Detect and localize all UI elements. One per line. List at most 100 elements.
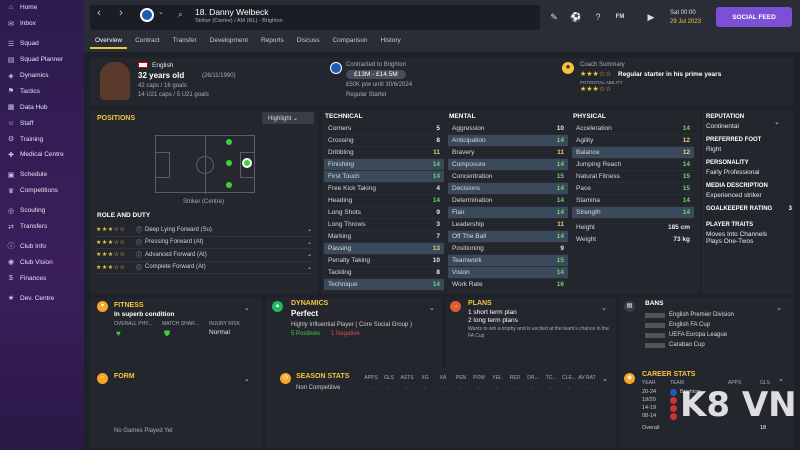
season-col-header[interactable]: CLE... xyxy=(560,375,578,381)
social-feed-button[interactable]: SOCIAL FEED xyxy=(716,7,792,27)
role-item[interactable]: ★★★☆☆ ⓘ Deep Lying Forward (Su) ⌄ xyxy=(96,224,312,237)
sidebar-item-squad-planner[interactable]: ▤ Squad Planner xyxy=(0,52,84,68)
sidebar-item-training[interactable]: ⚙ Training xyxy=(0,131,84,147)
attribute-row: Technique 14 xyxy=(324,279,444,291)
sidebar-item-inbox[interactable]: ✉ Inbox xyxy=(0,16,84,32)
fitness-dropdown-icon[interactable]: ⌄ xyxy=(244,304,250,312)
sidebar-item-scouting[interactable]: ◎ Scouting xyxy=(0,203,84,219)
sidebar-item-finances[interactable]: $ Finances xyxy=(0,270,84,286)
attribute-value: 14 xyxy=(682,125,690,132)
form-dropdown-icon[interactable]: ⌄ xyxy=(244,375,250,383)
tab-development[interactable]: Development xyxy=(205,35,253,49)
sidebar-item-label: Dynamics xyxy=(20,72,49,79)
role-item[interactable]: ★★★☆☆ ⓘ Complete Forward (At) ⌄ xyxy=(96,262,312,274)
season-col-header[interactable]: ASTS xyxy=(398,375,416,381)
ban-competition: English FA Cup xyxy=(669,322,711,328)
attribute-name: Long Shots xyxy=(328,209,361,216)
sidebar-item-schedule[interactable]: ▣ Schedule xyxy=(0,167,84,183)
competition-icon xyxy=(645,312,665,318)
chevron-down-icon[interactable]: ⌄ xyxy=(307,251,312,258)
sidebar-item-staff[interactable]: ☺ Staff xyxy=(0,115,84,131)
season-col-header[interactable]: DR... xyxy=(524,375,542,381)
attribute-row: Anticipation 14 xyxy=(448,135,568,147)
attribute-row: Agility 12 xyxy=(572,135,694,147)
attribute-name: Penalty Taking xyxy=(328,257,371,264)
sidebar-item-data-hub[interactable]: ▦ Data Hub xyxy=(0,99,84,115)
plans-dropdown-icon[interactable]: ⌄ xyxy=(601,304,607,312)
dynamics-title[interactable]: DYNAMICS xyxy=(291,300,328,307)
attribute-value: 14 xyxy=(556,197,564,204)
fitness-title[interactable]: FITNESS xyxy=(114,302,144,309)
career-dropdown-icon[interactable]: ⌄ xyxy=(778,375,784,383)
sidebar-item-competitions[interactable]: ♛ Competitions xyxy=(0,183,84,199)
bans-dropdown-icon[interactable]: ⌄ xyxy=(776,304,782,312)
season-stats-title[interactable]: SEASON STATS xyxy=(296,373,349,380)
attribute-name: Strength xyxy=(576,209,601,216)
season-col-header[interactable]: RED xyxy=(506,375,524,381)
sidebar-item-dev-centre[interactable]: ★ Dev. Centre xyxy=(0,290,84,306)
chevron-down-icon[interactable]: ⌄ xyxy=(307,264,312,271)
forward-arrow-icon[interactable]: › xyxy=(114,5,128,21)
player-photo xyxy=(100,62,130,100)
attribute-row: Determination 14 xyxy=(448,195,568,207)
sidebar-item-label: Club Vision xyxy=(20,258,53,266)
positions-title[interactable]: POSITIONS xyxy=(97,115,135,122)
season-col-header[interactable]: YEL xyxy=(488,375,506,381)
season-dropdown-icon[interactable]: ⌄ xyxy=(602,375,608,383)
sidebar-item-club-info[interactable]: ⓘ Club Info xyxy=(0,238,84,254)
tab-history[interactable]: History xyxy=(376,35,406,49)
sidebar-item-transfers[interactable]: ⇄ Transfers xyxy=(0,219,84,235)
season-col-header[interactable]: GLS xyxy=(380,375,398,381)
back-arrow-icon[interactable]: ‹ xyxy=(92,5,106,21)
player-traits-title[interactable]: PLAYER TRAITS xyxy=(706,222,792,228)
help-icon[interactable]: ? xyxy=(592,11,604,23)
ban-item: Carabao Cup xyxy=(645,340,734,350)
football-icon[interactable]: ⚽ xyxy=(570,11,582,23)
plans-title[interactable]: PLANS xyxy=(468,300,492,307)
season-col-header[interactable]: POM xyxy=(470,375,488,381)
edit-icon[interactable]: ✎ xyxy=(548,11,560,23)
side-dropdown-icon[interactable]: ⌄ xyxy=(774,118,780,126)
sidebar-item-label: Inbox xyxy=(20,20,36,28)
play-icon[interactable]: ▶ xyxy=(645,11,657,23)
gk-rating-value: 3 xyxy=(788,206,792,212)
chevron-down-icon[interactable]: ⌄ xyxy=(307,239,312,246)
fm-icon[interactable]: FM xyxy=(614,11,626,23)
attribute-row: Positioning 9 xyxy=(448,243,568,255)
sidebar-item-label: Transfers xyxy=(20,223,48,231)
tab-discuss[interactable]: Discuss xyxy=(292,35,325,49)
season-col-header[interactable]: AV RAT xyxy=(578,375,596,381)
sidebar-item-home[interactable]: ⌂ Home xyxy=(0,0,84,16)
club-dropdown-icon[interactable]: ⌄ xyxy=(158,8,164,16)
attribute-row: Free Kick Taking 4 xyxy=(324,183,444,195)
sidebar-item-club-vision[interactable]: ◉ Club Vision xyxy=(0,254,84,270)
season-col-header[interactable]: XG xyxy=(416,375,434,381)
tab-contract[interactable]: Contract xyxy=(130,35,165,49)
tab-transfer[interactable]: Transfer xyxy=(168,35,202,49)
role-list: ★★★☆☆ ⓘ Deep Lying Forward (Su) ⌄ ★★★☆☆ ⓘ Pres… xyxy=(96,224,312,274)
form-title[interactable]: FORM xyxy=(114,373,135,380)
season-col-header[interactable]: XA xyxy=(434,375,452,381)
role-item[interactable]: ★★★☆☆ ⓘ Pressing Forward (At) ⌄ xyxy=(96,237,312,249)
sidebar-item-medical-centre[interactable]: ✚ Medical Centre xyxy=(0,147,84,163)
sidebar-item-dynamics[interactable]: ◈ Dynamics xyxy=(0,68,84,84)
tab-reports[interactable]: Reports xyxy=(256,35,289,49)
search-icon[interactable]: ⌕ xyxy=(178,10,182,20)
season-col-header[interactable]: PEN xyxy=(452,375,470,381)
season-col-header[interactable]: TC... xyxy=(542,375,560,381)
role-item[interactable]: ★★★☆☆ ⓘ Advanced Forward (At) ⌄ xyxy=(96,249,312,262)
highlight-dropdown[interactable]: Highlight ⌄ xyxy=(262,112,314,124)
sidebar-item-squad[interactable]: ☰ Squad xyxy=(0,36,84,52)
career-stats-title[interactable]: CAREER STATS xyxy=(642,371,695,378)
dynamics-dropdown-icon[interactable]: ⌄ xyxy=(429,304,435,312)
tab-overview[interactable]: Overview xyxy=(90,35,128,49)
short-term-plan: 1 short term plan xyxy=(468,309,517,316)
tab-comparison[interactable]: Comparison xyxy=(327,35,372,49)
chevron-down-icon[interactable]: ⌄ xyxy=(307,226,312,233)
sidebar-item-tactics[interactable]: ⚑ Tactics xyxy=(0,83,84,99)
season-col-header[interactable]: APPS xyxy=(362,375,380,381)
tactics-icon: ⚑ xyxy=(7,88,15,96)
attribute-row: Teamwork 15 xyxy=(448,255,568,267)
attribute-row: Bravery 11 xyxy=(448,147,568,159)
training-icon: ⚙ xyxy=(7,136,15,144)
